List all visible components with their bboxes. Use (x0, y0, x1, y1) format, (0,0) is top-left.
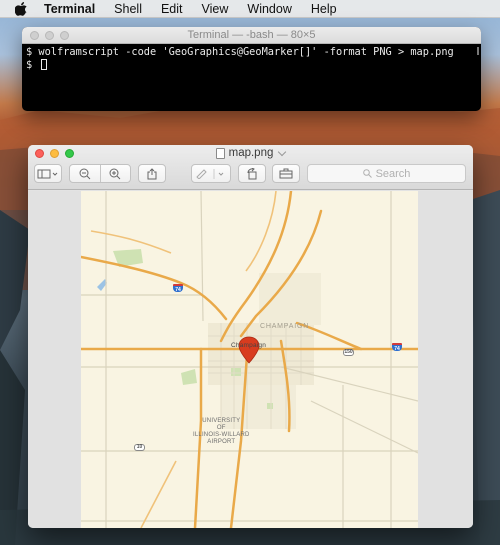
preview-title[interactable]: map.png (28, 147, 473, 159)
terminal-content[interactable]: $ wolframscript -code 'GeoGraphics@GeoMa… (22, 44, 481, 74)
highway-shield: 10 (134, 444, 145, 451)
zoom-in-icon (109, 168, 121, 179)
chevron-down-icon (278, 147, 287, 156)
sidebar-icon (37, 169, 58, 178)
terminal-titlebar[interactable]: Terminal — -bash — 80×5 (22, 27, 481, 44)
rotate-button[interactable] (238, 164, 266, 183)
map-label-university: UNIVERSITY OF ILLINOIS-WILLARD AIRPORT (193, 418, 250, 445)
preview-title-label: map.png (228, 147, 274, 159)
preview-titlebar[interactable]: map.png Search (28, 145, 473, 190)
pen-icon (196, 168, 224, 179)
menu-help[interactable]: Help (311, 2, 337, 16)
apple-menu-icon[interactable] (14, 1, 28, 16)
search-placeholder: Search (375, 167, 411, 180)
close-button[interactable] (30, 31, 39, 40)
share-icon (147, 167, 157, 179)
share-button[interactable] (138, 164, 166, 183)
terminal-line-1: $ wolframscript -code 'GeoGraphics@GeoMa… (26, 46, 454, 58)
sidebar-view-button[interactable] (34, 164, 62, 183)
interstate-shield: 74 (173, 284, 183, 293)
terminal-traffic-lights (30, 31, 69, 40)
preview-window: map.png Search CHAMPAIGN Champaign UNIVE… (28, 145, 473, 528)
map-roads (81, 191, 418, 528)
zoom-out-button[interactable] (70, 168, 100, 180)
preview-canvas: CHAMPAIGN Champaign UNIVERSITY OF ILLINO… (28, 191, 473, 528)
menu-window[interactable]: Window (247, 2, 291, 16)
map-label-champaign-region: CHAMPAIGN (260, 323, 310, 330)
zoom-button[interactable] (60, 31, 69, 40)
zoom-in-button[interactable] (101, 168, 131, 180)
interstate-shield: 74 (392, 343, 402, 352)
markup-button[interactable] (191, 164, 231, 183)
toolbox-icon (279, 168, 293, 179)
terminal-prompt: $ (26, 59, 39, 71)
minimize-button[interactable] (45, 31, 54, 40)
search-field[interactable]: Search (307, 164, 466, 183)
terminal-title: Terminal — -bash — 80×5 (187, 29, 316, 41)
terminal-cursor (41, 59, 48, 70)
menu-view[interactable]: View (202, 2, 229, 16)
menu-bar: Terminal Shell Edit View Window Help (0, 0, 500, 18)
rotate-icon (247, 167, 257, 179)
menu-terminal[interactable]: Terminal (44, 2, 95, 16)
menu-edit[interactable]: Edit (161, 2, 183, 16)
zoom-out-icon (79, 168, 91, 179)
terminal-scrollbar[interactable] (477, 47, 479, 55)
terminal-line-2: $ (26, 59, 477, 72)
search-icon (362, 169, 372, 178)
zoom-control (69, 164, 131, 183)
document-icon (215, 147, 225, 159)
menu-shell[interactable]: Shell (114, 2, 142, 16)
map-label-champaign: Champaign (231, 342, 267, 349)
highway-shield: 150 (343, 349, 354, 356)
map-image[interactable]: CHAMPAIGN Champaign UNIVERSITY OF ILLINO… (81, 191, 418, 528)
terminal-window: Terminal — -bash — 80×5 $ wolframscript … (22, 27, 481, 111)
markup-toolbar-button[interactable] (272, 164, 300, 183)
